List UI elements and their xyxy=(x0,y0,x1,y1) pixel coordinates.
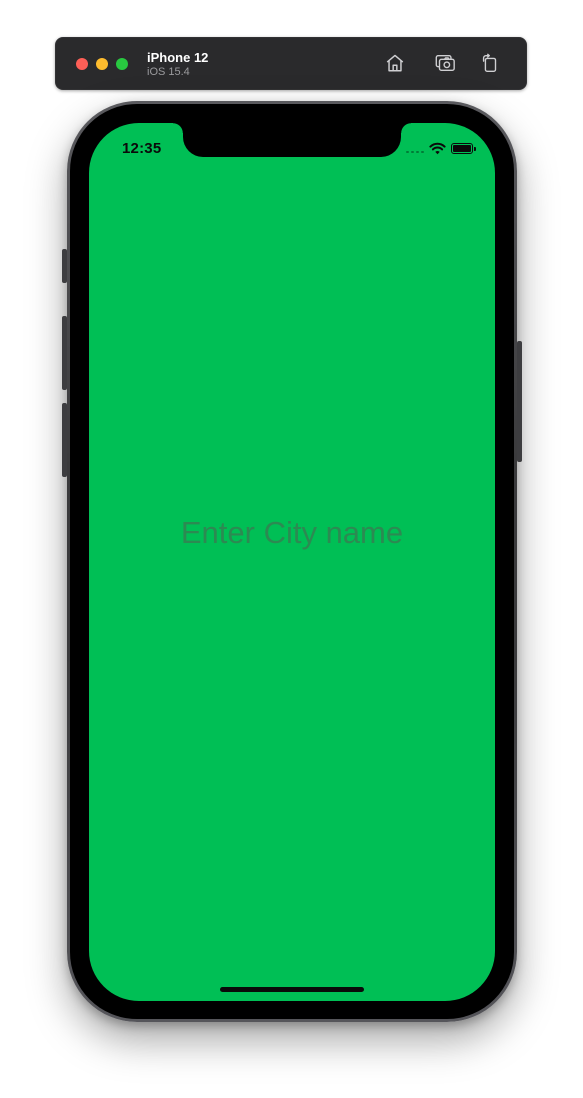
volume-down-button xyxy=(62,403,67,477)
rotate-icon xyxy=(482,53,497,72)
screenshot-icon xyxy=(435,54,455,72)
simulator-window: iPhone 12 iOS 15.4 12:35 Enter City name xyxy=(0,0,583,1098)
status-icons xyxy=(406,140,476,156)
silent-switch xyxy=(62,249,67,283)
status-time: 12:35 xyxy=(122,140,162,157)
iphone-frame: 12:35 xyxy=(62,101,522,1022)
os-version: iOS 15.4 xyxy=(147,66,190,78)
signal-icon xyxy=(406,143,424,153)
minimize-window-button[interactable] xyxy=(96,58,108,70)
battery-icon xyxy=(451,142,476,154)
power-button xyxy=(517,341,522,462)
home-icon xyxy=(386,54,404,72)
app-screen: 12:35 xyxy=(89,123,495,1001)
rotate-button[interactable] xyxy=(478,51,502,75)
city-name-input[interactable] xyxy=(89,511,495,555)
simulator-titlebar: iPhone 12 iOS 15.4 xyxy=(55,37,527,90)
notch xyxy=(173,123,411,157)
home-indicator[interactable] xyxy=(220,987,364,992)
device-name: iPhone 12 xyxy=(147,50,209,65)
wifi-icon xyxy=(429,142,446,155)
home-button[interactable] xyxy=(383,51,407,75)
close-window-button[interactable] xyxy=(76,58,88,70)
volume-up-button xyxy=(62,316,67,390)
zoom-window-button[interactable] xyxy=(116,58,128,70)
screenshot-button[interactable] xyxy=(433,51,457,75)
